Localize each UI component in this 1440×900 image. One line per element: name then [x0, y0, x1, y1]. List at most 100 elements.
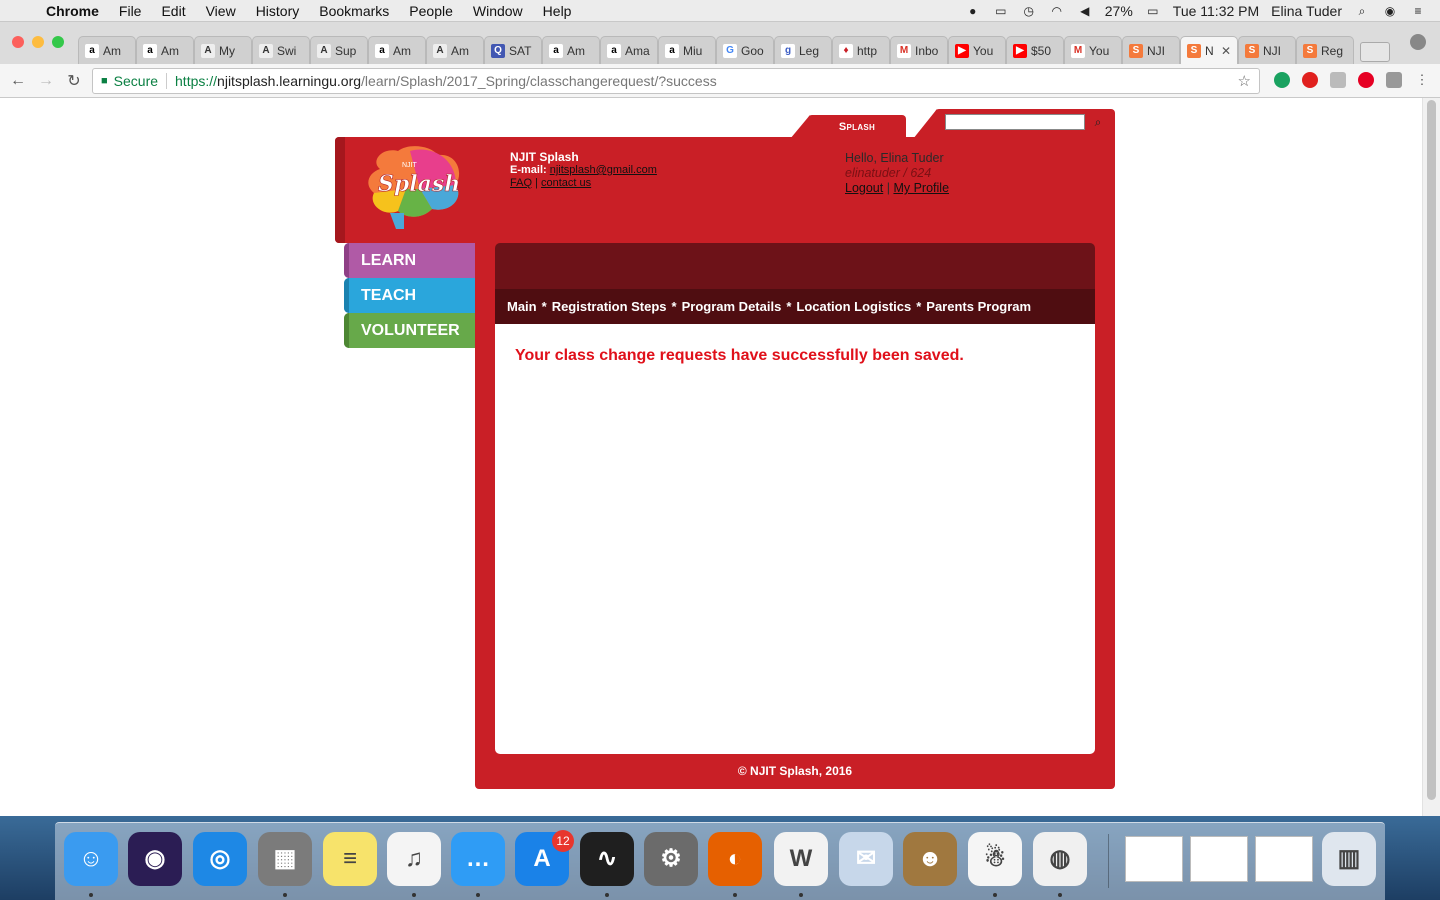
pinterest-icon[interactable] — [1358, 72, 1374, 88]
lock-icon[interactable]: ■ — [101, 75, 108, 87]
browser-tab[interactable]: a Am — [368, 36, 426, 64]
volume-icon[interactable]: ◀ — [1077, 4, 1093, 18]
calculator-icon[interactable]: ▦ — [258, 832, 312, 886]
browser-tab[interactable]: a Am — [78, 36, 136, 64]
menu-edit[interactable]: Edit — [151, 3, 195, 19]
menu-history[interactable]: History — [246, 3, 310, 19]
browser-tab[interactable]: M Inbo — [890, 36, 948, 64]
chrome-menu-icon[interactable]: ⋮ — [1414, 72, 1430, 88]
minimized-window-thumbnail[interactable] — [1190, 836, 1248, 882]
messages-icon[interactable]: … — [451, 832, 505, 886]
current-user[interactable]: Elina Tuder — [1271, 3, 1342, 19]
grammarly-icon[interactable] — [1274, 72, 1290, 88]
subnav-main[interactable]: Main — [507, 299, 537, 314]
menu-view[interactable]: View — [196, 3, 246, 19]
browser-tab[interactable]: a Am — [542, 36, 600, 64]
extension-icon[interactable] — [1330, 72, 1346, 88]
subnav-program-details[interactable]: Program Details — [682, 299, 782, 314]
browser-tab[interactable]: a Ama — [600, 36, 658, 64]
menu-help[interactable]: Help — [533, 3, 582, 19]
airplay-icon[interactable]: ▭ — [993, 4, 1009, 18]
menu-window[interactable]: Window — [463, 3, 533, 19]
side-nav-volunteer[interactable]: VOLUNTEER — [344, 313, 475, 348]
side-nav-learn[interactable]: LEARN — [344, 243, 475, 278]
browser-tab[interactable]: a Am — [136, 36, 194, 64]
menu-app[interactable]: Chrome — [36, 3, 109, 19]
siri-icon[interactable]: ◉ — [128, 832, 182, 886]
browser-tab[interactable]: ♦ http — [832, 36, 890, 64]
new-tab-button[interactable] — [1360, 42, 1390, 62]
browser-tab[interactable]: M You — [1064, 36, 1122, 64]
battery-percent[interactable]: 27% — [1105, 3, 1133, 19]
itunes-icon[interactable]: ♫ — [387, 832, 441, 886]
subnav-location-logistics[interactable]: Location Logistics — [796, 299, 911, 314]
browser-tab[interactable]: A My — [194, 36, 252, 64]
firefox-icon[interactable]: ◐ — [708, 832, 762, 886]
splash-logo[interactable]: NJIT Splash — [360, 143, 466, 231]
chrome-profile-icon[interactable] — [1410, 34, 1426, 50]
browser-tab[interactable]: A Sup — [310, 36, 368, 64]
browser-tab[interactable]: S Reg — [1296, 36, 1354, 64]
address-bar[interactable]: ■ Secure https:// njitsplash.learningu.o… — [92, 68, 1260, 94]
back-arrow-icon[interactable]: ← — [4, 72, 32, 90]
reload-icon[interactable]: ↻ — [60, 71, 88, 91]
spotlight-icon[interactable]: ⌕ — [1354, 4, 1370, 18]
battery-icon[interactable]: ▭ — [1145, 4, 1161, 18]
word-icon[interactable]: W — [774, 832, 828, 886]
system-preferences-icon[interactable]: ⚙ — [644, 832, 698, 886]
browser-tab[interactable]: Q SAT — [484, 36, 542, 64]
minimized-window-thumbnail[interactable] — [1255, 836, 1313, 882]
finder-icon[interactable]: ☺ — [64, 832, 118, 886]
browser-tab[interactable]: S NJI — [1122, 36, 1180, 64]
browser-tab[interactable]: S N ✕ — [1180, 36, 1238, 64]
notification-center-icon[interactable]: ≡ — [1410, 4, 1426, 18]
browser-tab[interactable]: A Swi — [252, 36, 310, 64]
close-window-button[interactable] — [12, 36, 24, 48]
menu-bookmarks[interactable]: Bookmarks — [309, 3, 399, 19]
subnav-registration-steps[interactable]: Registration Steps — [552, 299, 667, 314]
close-tab-icon[interactable]: ✕ — [1221, 44, 1231, 58]
time-machine-icon[interactable]: ◷ — [1021, 4, 1037, 18]
side-nav-teach[interactable]: TEACH — [344, 278, 475, 313]
menu-people[interactable]: People — [399, 3, 463, 19]
browser-tab[interactable]: g Leg — [774, 36, 832, 64]
minimized-window-thumbnail[interactable] — [1125, 836, 1183, 882]
wifi-icon[interactable]: ◠ — [1049, 4, 1065, 18]
zoom-window-button[interactable] — [52, 36, 64, 48]
bookmark-star-icon[interactable]: ☆ — [1238, 72, 1251, 90]
clock[interactable]: Tue 11:32 PM — [1173, 3, 1259, 19]
search-icon[interactable]: ⌕ — [1090, 114, 1106, 130]
profile-link[interactable]: My Profile — [893, 181, 949, 195]
browser-tab[interactable]: ▶ You — [948, 36, 1006, 64]
trash-icon[interactable]: ▥ — [1322, 832, 1376, 886]
program-tab-splash[interactable]: Splash — [808, 115, 906, 139]
siri-menu-icon[interactable]: ◉ — [1382, 4, 1398, 18]
pocket-icon[interactable] — [1386, 72, 1402, 88]
page-scrollbar[interactable] — [1422, 98, 1440, 816]
robot-icon[interactable]: ☃ — [968, 832, 1022, 886]
mail-preview-icon[interactable]: ✉ — [839, 832, 893, 886]
menu-file[interactable]: File — [109, 3, 152, 19]
opera-icon[interactable] — [1302, 72, 1318, 88]
browser-tab[interactable]: a Miu — [658, 36, 716, 64]
chrome-icon[interactable]: ◍ — [1033, 832, 1087, 886]
subnav-parents-program[interactable]: Parents Program — [926, 299, 1031, 314]
logout-link[interactable]: Logout — [845, 181, 883, 195]
secure-label[interactable]: Secure — [114, 73, 158, 89]
status-dot-icon[interactable]: ● — [965, 4, 981, 18]
browser-tab[interactable]: ▶ $50 — [1006, 36, 1064, 64]
faq-link[interactable]: FAQ — [510, 177, 532, 189]
safari-icon[interactable]: ◎ — [193, 832, 247, 886]
email-link[interactable]: njitsplash@gmail.com — [550, 164, 657, 176]
forward-arrow-icon[interactable]: → — [32, 72, 60, 90]
site-search-input[interactable] — [945, 114, 1085, 130]
browser-tab[interactable]: S NJI — [1238, 36, 1296, 64]
activity-monitor-icon[interactable]: ∿ — [580, 832, 634, 886]
browser-tab[interactable]: G Goo — [716, 36, 774, 64]
notes-icon[interactable]: ≡ — [323, 832, 377, 886]
browser-tab[interactable]: A Am — [426, 36, 484, 64]
contact-link[interactable]: contact us — [541, 177, 591, 189]
scrollbar-thumb[interactable] — [1427, 100, 1436, 800]
minimize-window-button[interactable] — [32, 36, 44, 48]
contacts-icon[interactable]: ☻ — [903, 832, 957, 886]
